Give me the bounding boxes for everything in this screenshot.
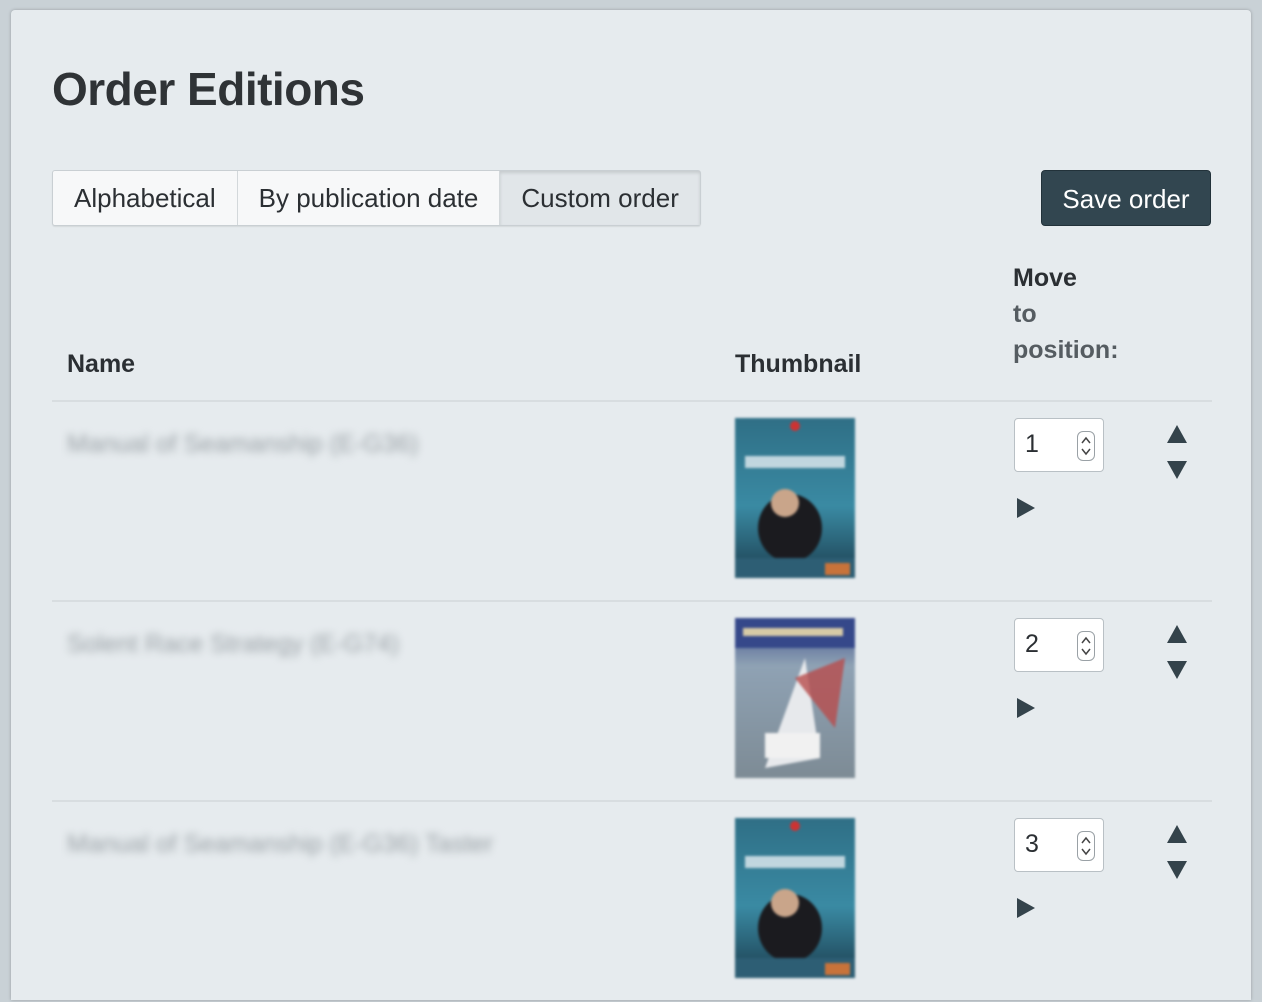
page-title: Order Editions	[52, 63, 365, 115]
move-header-line3: position:	[1013, 336, 1119, 364]
move-down-icon[interactable]	[1166, 860, 1188, 880]
position-value: 2	[1025, 630, 1039, 658]
position-input[interactable]: 3	[1014, 818, 1104, 872]
sort-mode-group: Alphabetical By publication date Custom …	[52, 170, 701, 226]
seamanship-cover-image	[735, 418, 855, 578]
edition-thumbnail	[735, 618, 855, 778]
move-to-position-icon[interactable]	[1015, 696, 1037, 720]
table-row: Manual of Seamanship (E-G36) Taster 3	[52, 802, 1212, 1002]
number-spinner-icon[interactable]	[1077, 831, 1095, 861]
move-up-icon[interactable]	[1166, 424, 1188, 444]
number-spinner-icon[interactable]	[1077, 431, 1095, 461]
table-row: Manual of Seamanship (E-G36) 1	[52, 402, 1212, 602]
edition-name[interactable]: Manual of Seamanship (E-G36) Taster	[67, 830, 493, 859]
edition-thumbnail	[735, 818, 855, 978]
sort-alphabetical-button[interactable]: Alphabetical	[53, 171, 238, 225]
edition-name[interactable]: Manual of Seamanship (E-G36)	[67, 430, 419, 459]
move-header-line1: Move	[1013, 264, 1077, 292]
sort-custom-order-button[interactable]: Custom order	[500, 171, 700, 225]
table-row: Solent Race Strategy (E-G74) 2	[52, 602, 1212, 802]
position-input[interactable]: 1	[1014, 418, 1104, 472]
solent-race-cover-image	[735, 618, 855, 778]
move-down-icon[interactable]	[1166, 460, 1188, 480]
column-header-move-to-position: Move to position:	[1013, 260, 1173, 368]
move-up-icon[interactable]	[1166, 624, 1188, 644]
column-header-thumbnail: Thumbnail	[735, 350, 862, 378]
edition-name[interactable]: Solent Race Strategy (E-G74)	[67, 630, 399, 659]
main-panel: Order Editions Alphabetical By publicati…	[11, 10, 1251, 1000]
seamanship-cover-image	[735, 818, 855, 978]
move-header-line2: to	[1013, 300, 1037, 328]
move-down-icon[interactable]	[1166, 660, 1188, 680]
move-to-position-icon[interactable]	[1015, 496, 1037, 520]
edition-thumbnail	[735, 418, 855, 578]
sort-publication-date-button[interactable]: By publication date	[238, 171, 501, 225]
position-input[interactable]: 2	[1014, 618, 1104, 672]
position-value: 3	[1025, 830, 1039, 858]
column-header-name: Name	[67, 350, 136, 378]
save-order-button[interactable]: Save order	[1041, 170, 1211, 226]
move-to-position-icon[interactable]	[1015, 896, 1037, 920]
number-spinner-icon[interactable]	[1077, 631, 1095, 661]
move-up-icon[interactable]	[1166, 824, 1188, 844]
position-value: 1	[1025, 430, 1039, 458]
